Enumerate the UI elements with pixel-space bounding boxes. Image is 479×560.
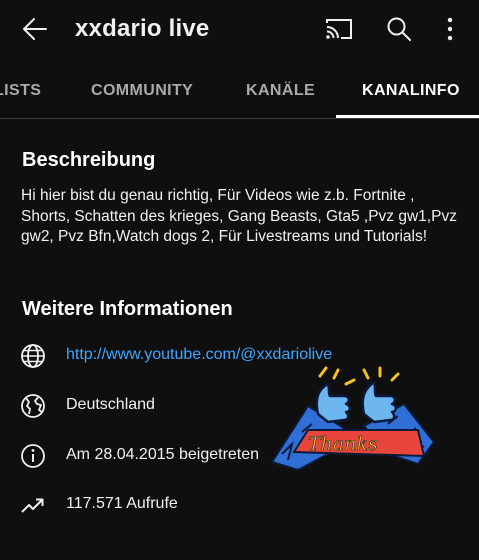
thumbs-up-thanks-sticker-icon: Thanks: [270, 366, 436, 472]
more-vertical-icon[interactable]: [443, 17, 457, 41]
cast-icon[interactable]: [325, 17, 353, 41]
globe-icon: [21, 344, 45, 368]
back-arrow-icon[interactable]: [22, 16, 48, 42]
top-app-bar: xxdario live: [0, 0, 479, 60]
channel-title: xxdario live: [75, 15, 210, 42]
search-icon[interactable]: [386, 16, 412, 42]
sticker-text: Thanks: [308, 433, 378, 455]
info-icon: [21, 444, 45, 468]
description-heading: Beschreibung: [22, 149, 156, 171]
channel-link[interactable]: http://www.youtube.com/@xxdariolive: [66, 346, 332, 364]
trending-up-icon: [21, 498, 44, 513]
tab-lists[interactable]: LISTS: [0, 82, 41, 100]
info-row-views: 117.571 Aufrufe: [20, 490, 460, 520]
country-text: Deutschland: [66, 396, 155, 413]
thanks-sticker: Thanks: [268, 366, 440, 476]
description-text: Hi hier bist du genau richtig, Für Video…: [21, 187, 457, 245]
channel-tabs: LISTS COMMUNITY KANÄLE KANALINFO: [0, 68, 479, 119]
more-info-heading: Weitere Informationen: [22, 298, 233, 320]
active-tab-indicator: [336, 115, 479, 118]
earth-icon: [21, 394, 45, 418]
joined-date-text: Am 28.04.2015 beigetreten: [66, 446, 260, 463]
tab-community[interactable]: COMMUNITY: [91, 82, 193, 100]
views-text: 117.571 Aufrufe: [66, 495, 178, 512]
tab-kanalinfo[interactable]: KANALINFO: [362, 82, 460, 100]
tab-kanaele[interactable]: KANÄLE: [246, 82, 315, 100]
